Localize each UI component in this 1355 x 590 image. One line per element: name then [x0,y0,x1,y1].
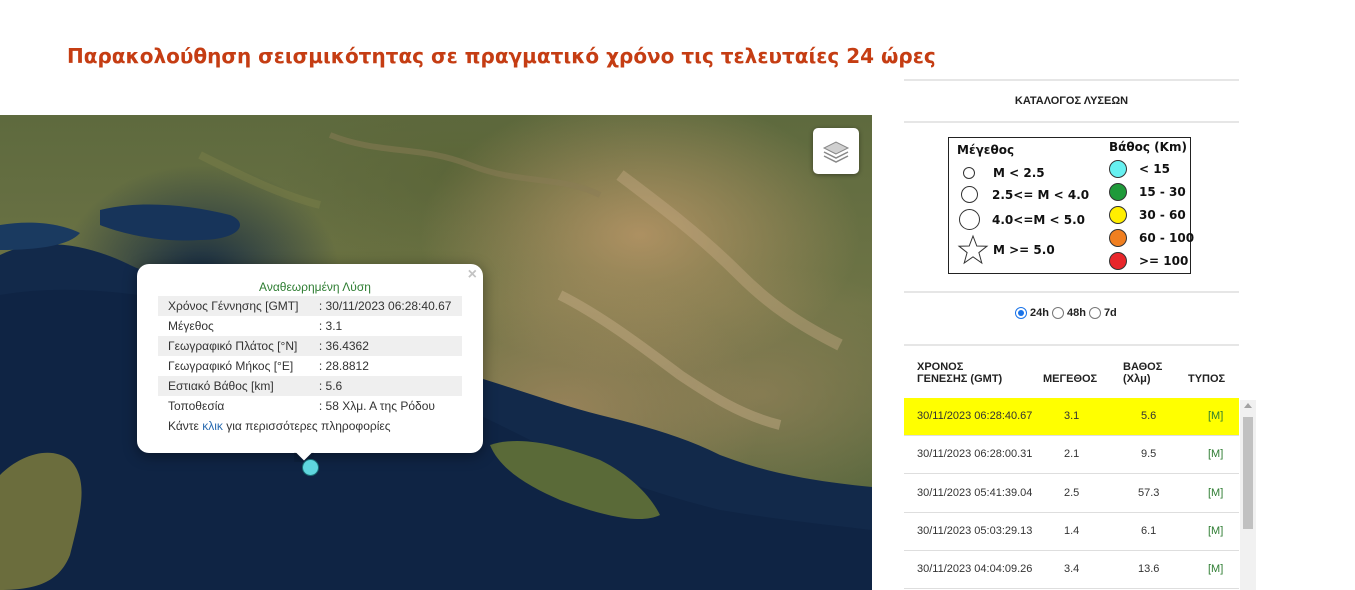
depth-color-dot [1109,229,1127,247]
legend-magnitude-title: Μέγεθος [957,143,1015,157]
magnitude-label: M < 2.5 [993,166,1045,180]
event-depth: 6.1 [1141,525,1157,537]
depth-color-dot [1109,206,1127,224]
magnitude-label: 2.5<= M < 4.0 [992,187,1090,202]
event-row[interactable]: 30/11/2023 06:28:00.31 2.1 9.5 [M] [904,436,1239,474]
event-popup: × Αναθεωρημένη Λύση Χρόνος Γέννησης [GMT… [137,264,483,453]
radio-label: 24h [1030,307,1049,319]
event-time: 30/11/2023 06:28:40.67 [917,410,1033,422]
event-time: 30/11/2023 06:28:00.31 [917,448,1033,460]
event-time: 30/11/2023 05:41:39.04 [917,487,1033,499]
event-magnitude: 1.4 [1064,525,1080,537]
depth-label: 15 - 30 [1139,185,1186,199]
scroll-up-icon[interactable] [1244,403,1252,408]
popup-value: : 3.1 [318,319,343,333]
event-depth: 13.6 [1138,563,1160,575]
event-depth: 5.6 [1141,410,1157,422]
depth-color-dot [1109,252,1127,270]
event-time: 30/11/2023 05:03:29.13 [917,525,1033,537]
depth-label: >= 100 [1139,254,1189,268]
large-circle-icon [959,209,980,230]
event-type: [M] [1208,410,1224,422]
depth-color-dot [1109,183,1127,201]
layers-button[interactable] [813,128,859,174]
popup-value: : 28.8812 [318,359,369,373]
popup-details-table: Αναθεωρημένη Λύση Χρόνος Γέννησης [GMT] … [158,278,462,436]
magnitude-label: 4.0<=M < 5.0 [992,212,1085,227]
popup-label: Εστιακό Βάθος [km] [158,376,309,396]
popup-label: Μέγεθος [168,319,214,333]
magnitude-label: M >= 5.0 [993,243,1055,257]
medium-circle-icon [961,186,978,203]
popup-value: : 58 Χλμ. Α της Ρόδου [318,399,435,413]
event-row[interactable]: 30/11/2023 05:03:29.13 1.4 6.1 [M] [904,513,1239,551]
popup-value: : 5.6 [308,376,462,396]
event-magnitude: 2.1 [1064,448,1080,460]
popup-footer-prefix: Κάντε [168,419,203,433]
list-scrollbar[interactable] [1240,400,1256,590]
legend-depth-title: Βάθος (Km) [1109,140,1187,154]
radio-label: 7d [1103,307,1117,319]
earthquake-marker[interactable] [302,459,319,476]
header-origin-line2: ΓΕΝΕΣΗΣ (GMT) [917,373,1003,385]
event-list-header: ΧΡΟΝΟΣ ΓΕΝΕΣΗΣ (GMT) ΜΕΓΕΘΟΣ ΒΑΘΟΣ (Χλμ)… [904,347,1239,397]
header-magnitude: ΜΕΓΕΘΟΣ [1043,373,1098,385]
event-magnitude: 3.4 [1064,563,1080,575]
radio-48h[interactable] [1051,307,1064,319]
event-type: [M] [1208,525,1224,537]
panel-title: ΚΑΤΑΛΟΓΟΣ ΛΥΣΕΩΝ [1014,95,1129,107]
depth-label: 30 - 60 [1139,208,1186,222]
scroll-thumb[interactable] [1243,417,1253,529]
popup-label: Γεωγραφικό Πλάτος [°N] [158,336,309,356]
event-depth: 9.5 [1141,448,1157,460]
radio-7d[interactable] [1088,307,1101,319]
popup-label: Γεωγραφικό Μήκος [°E] [168,359,294,373]
depth-color-dot [1109,160,1127,178]
solutions-panel: ΚΑΤΑΛΟΓΟΣ ΛΥΣΕΩΝ [904,79,1239,123]
event-type: [M] [1208,448,1224,460]
layers-icon [822,141,850,163]
event-magnitude: 2.5 [1064,487,1080,499]
popup-heading: Αναθεωρημένη Λύση [259,280,371,294]
small-circle-icon [963,167,975,179]
radio-label: 48h [1066,307,1086,319]
popup-footer: Κάντε κλικ για περισσότερες πληροφορίες [158,416,462,436]
popup-value: : 36.4362 [308,336,462,356]
event-row[interactable]: 30/11/2023 04:04:09.26 3.4 13.6 [M] [904,551,1239,589]
popup-close-button[interactable]: × [468,267,477,283]
event-magnitude: 3.1 [1064,410,1080,422]
event-depth: 57.3 [1138,487,1160,499]
more-info-link[interactable]: κλικ [202,419,223,433]
page-title: Παρακολούθηση σεισμικότητας σε πραγματικ… [67,44,936,68]
popup-label: Χρόνος Γέννησης [GMT] [158,296,309,316]
event-time: 30/11/2023 04:04:09.26 [917,563,1033,575]
legend-box: Μέγεθος Βάθος (Km) M < 2.5 2.5<= M < 4.0… [948,137,1195,274]
header-origin-line1: ΧΡΟΝΟΣ [917,361,964,373]
header-depth-line2: (Χλμ) [1123,373,1151,385]
event-type: [M] [1208,563,1224,575]
event-type: [M] [1208,487,1224,499]
popup-value: : 30/11/2023 06:28:40.67 [308,296,462,316]
radio-24h[interactable] [1015,307,1027,319]
header-depth-line1: ΒΑΘΟΣ [1123,361,1163,373]
depth-label: < 15 [1139,162,1170,176]
event-row[interactable]: 30/11/2023 05:41:39.04 2.5 57.3 [M] [904,475,1239,513]
popup-label: Τοποθεσία [168,399,225,413]
star-icon [957,234,989,265]
event-row[interactable]: 30/11/2023 06:28:40.67 3.1 5.6 [M] [904,398,1239,436]
depth-label: 60 - 100 [1139,231,1195,245]
time-filter: 24h 48h 7d [1015,307,1117,319]
header-type: ΤΥΠΟΣ [1188,373,1226,385]
popup-footer-suffix: για περισσότερες πληροφορίες [222,419,391,433]
